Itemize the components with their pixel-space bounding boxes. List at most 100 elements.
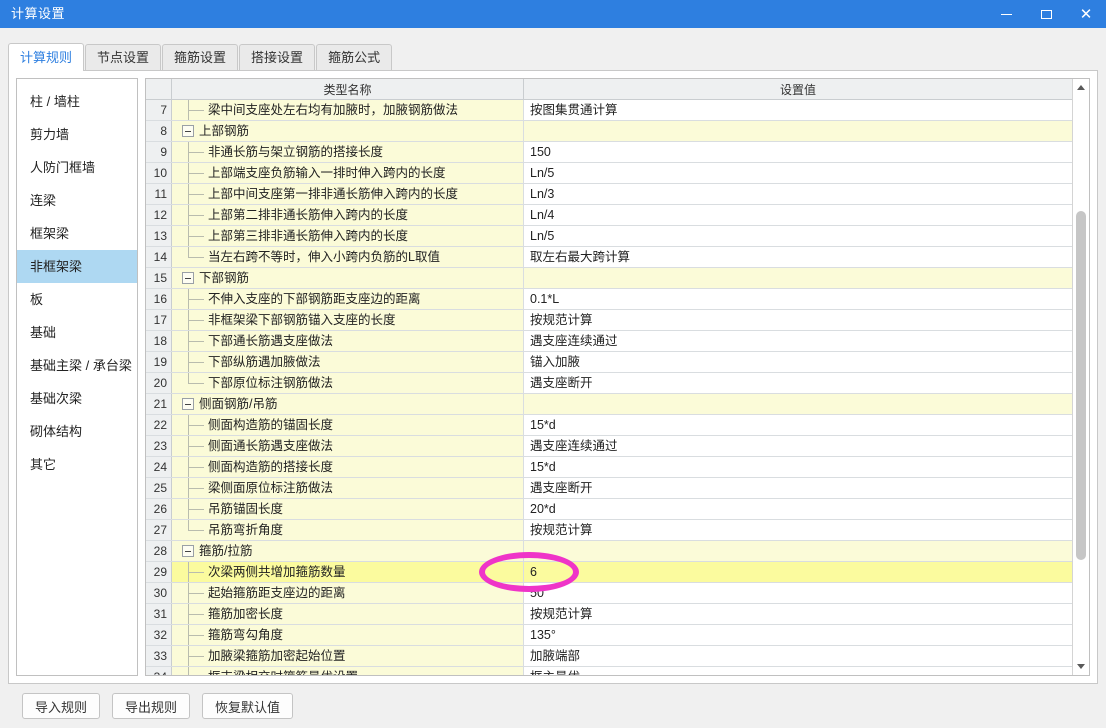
sidebar-item-foundation-main-beam[interactable]: 基础主梁 / 承台梁 (17, 349, 137, 382)
table-row[interactable]: 27 吊筋弯折角度 按规范计算 (146, 520, 1072, 541)
setting-value-cell[interactable]: 遇支座断开 (524, 478, 1072, 498)
type-name-cell[interactable]: 下部原位标注钢筋做法 (172, 373, 524, 393)
table-row[interactable]: 12 上部第二排非通长筋伸入跨内的长度 Ln/4 (146, 205, 1072, 226)
sidebar-item-foundation[interactable]: 基础 (17, 316, 137, 349)
sidebar-item-slab[interactable]: 板 (17, 283, 137, 316)
import-rules-button[interactable]: 导入规则 (22, 693, 101, 719)
setting-value-cell[interactable] (524, 121, 1072, 141)
table-row[interactable]: 26 吊筋锚固长度 20*d (146, 499, 1072, 520)
restore-defaults-button[interactable]: 恢复默认值 (202, 693, 294, 719)
tab-stirrup-settings[interactable]: 箍筋设置 (162, 44, 239, 70)
setting-value-cell[interactable]: 锚入加腋 (524, 352, 1072, 372)
type-name-cell[interactable]: 箍筋弯勾角度 (172, 625, 524, 645)
type-name-cell[interactable]: 侧面构造筋的锚固长度 (172, 415, 524, 435)
type-name-cell[interactable]: 上部第二排非通长筋伸入跨内的长度 (172, 205, 524, 225)
table-row[interactable]: 24 侧面构造筋的搭接长度 15*d (146, 457, 1072, 478)
setting-value-cell[interactable]: 遇支座连续通过 (524, 331, 1072, 351)
type-name-cell[interactable]: 加腋梁箍筋加密起始位置 (172, 646, 524, 666)
setting-value-cell[interactable]: 按规范计算 (524, 310, 1072, 330)
type-name-cell[interactable]: 下部纵筋遇加腋做法 (172, 352, 524, 372)
table-row[interactable]: 19 下部纵筋遇加腋做法 锚入加腋 (146, 352, 1072, 373)
type-name-cell[interactable]: 箍筋加密长度 (172, 604, 524, 624)
grid-vertical-scrollbar[interactable] (1072, 79, 1089, 675)
sidebar-item-shear-wall[interactable]: 剪力墙 (17, 118, 137, 151)
export-rules-button[interactable]: 导出规则 (112, 693, 191, 719)
type-name-cell[interactable]: 次梁两侧共增加箍筋数量 (172, 562, 524, 582)
type-name-cell[interactable]: 侧面钢筋/吊筋 (172, 394, 524, 414)
type-name-cell[interactable]: 上部端支座负筋输入一排时伸入跨内的长度 (172, 163, 524, 183)
type-name-cell[interactable]: 下部钢筋 (172, 268, 524, 288)
setting-value-cell[interactable]: Ln/5 (524, 226, 1072, 246)
setting-value-cell[interactable]: Ln/4 (524, 205, 1072, 225)
type-name-cell[interactable]: 侧面构造筋的搭接长度 (172, 457, 524, 477)
type-name-cell[interactable]: 下部通长筋遇支座做法 (172, 331, 524, 351)
setting-value-cell[interactable]: 135° (524, 625, 1072, 645)
table-row[interactable]: 8 上部钢筋 (146, 121, 1072, 142)
grid-header-type-name[interactable]: 类型名称 (172, 79, 524, 99)
setting-value-cell[interactable]: Ln/3 (524, 184, 1072, 204)
table-row[interactable]: 30 起始箍筋距支座边的距离 50 (146, 583, 1072, 604)
sidebar-item-frame-beam[interactable]: 框架梁 (17, 217, 137, 250)
table-row[interactable]: 10 上部端支座负筋输入一排时伸入跨内的长度 Ln/5 (146, 163, 1072, 184)
sidebar-item-other[interactable]: 其它 (17, 448, 137, 481)
setting-value-cell[interactable]: 框主最优 (524, 667, 1072, 675)
minimize-button[interactable] (986, 0, 1026, 28)
table-row[interactable]: 21 侧面钢筋/吊筋 (146, 394, 1072, 415)
table-row[interactable]: 32 箍筋弯勾角度 135° (146, 625, 1072, 646)
setting-value-cell[interactable]: 6 (524, 562, 1072, 582)
setting-value-cell[interactable]: 取左右最大跨计算 (524, 247, 1072, 267)
setting-value-cell[interactable]: 50 (524, 583, 1072, 603)
table-row[interactable]: 31 箍筋加密长度 按规范计算 (146, 604, 1072, 625)
table-row[interactable]: 20 下部原位标注钢筋做法 遇支座断开 (146, 373, 1072, 394)
setting-value-cell[interactable]: 加腋端部 (524, 646, 1072, 666)
type-name-cell[interactable]: 起始箍筋距支座边的距离 (172, 583, 524, 603)
type-name-cell[interactable]: 上部中间支座第一排非通长筋伸入跨内的长度 (172, 184, 524, 204)
type-name-cell[interactable]: 上部第三排非通长筋伸入跨内的长度 (172, 226, 524, 246)
collapse-toggle-icon[interactable] (182, 125, 194, 137)
sidebar-item-masonry-structure[interactable]: 砌体结构 (17, 415, 137, 448)
type-name-cell[interactable]: 侧面通长筋遇支座做法 (172, 436, 524, 456)
setting-value-cell[interactable]: 15*d (524, 415, 1072, 435)
component-category-list[interactable]: 柱 / 墙柱 剪力墙 人防门框墙 连梁 框架梁 非框架梁 板 基础 基础主梁 /… (16, 78, 138, 676)
type-name-cell[interactable]: 非通长筋与架立钢筋的搭接长度 (172, 142, 524, 162)
setting-value-cell[interactable] (524, 394, 1072, 414)
setting-value-cell[interactable]: 按图集贯通计算 (524, 100, 1072, 120)
table-row[interactable]: 23 侧面通长筋遇支座做法 遇支座连续通过 (146, 436, 1072, 457)
sidebar-item-non-frame-beam[interactable]: 非框架梁 (17, 250, 137, 283)
type-name-cell[interactable]: 上部钢筋 (172, 121, 524, 141)
type-name-cell[interactable]: 箍筋/拉筋 (172, 541, 524, 561)
scroll-up-button[interactable] (1073, 79, 1089, 96)
type-name-cell[interactable]: 梁中间支座处左右均有加腋时，加腋钢筋做法 (172, 100, 524, 120)
table-row[interactable]: 18 下部通长筋遇支座做法 遇支座连续通过 (146, 331, 1072, 352)
setting-value-cell[interactable]: 0.1*L (524, 289, 1072, 309)
setting-value-cell[interactable]: 150 (524, 142, 1072, 162)
sidebar-item-air-defense-door-frame-wall[interactable]: 人防门框墙 (17, 151, 137, 184)
collapse-toggle-icon[interactable] (182, 398, 194, 410)
tab-node-settings[interactable]: 节点设置 (85, 44, 162, 70)
tab-stirrup-formula[interactable]: 箍筋公式 (316, 44, 393, 70)
scrollbar-track[interactable] (1073, 96, 1089, 658)
setting-value-cell[interactable]: 20*d (524, 499, 1072, 519)
setting-value-cell[interactable]: 按规范计算 (524, 520, 1072, 540)
table-row[interactable]: 15 下部钢筋 (146, 268, 1072, 289)
type-name-cell[interactable]: 吊筋弯折角度 (172, 520, 524, 540)
setting-value-cell[interactable]: Ln/5 (524, 163, 1072, 183)
setting-value-cell[interactable]: 遇支座断开 (524, 373, 1072, 393)
sidebar-item-coupling-beam[interactable]: 连梁 (17, 184, 137, 217)
setting-value-cell[interactable]: 按规范计算 (524, 604, 1072, 624)
type-name-cell[interactable]: 不伸入支座的下部钢筋距支座边的距离 (172, 289, 524, 309)
maximize-button[interactable] (1026, 0, 1066, 28)
setting-value-cell[interactable] (524, 541, 1072, 561)
grid-header-setting-value[interactable]: 设置值 (524, 79, 1072, 99)
sidebar-item-column-wall-column[interactable]: 柱 / 墙柱 (17, 85, 137, 118)
collapse-toggle-icon[interactable] (182, 272, 194, 284)
setting-value-cell[interactable]: 遇支座连续通过 (524, 436, 1072, 456)
table-row[interactable]: 28 箍筋/拉筋 (146, 541, 1072, 562)
table-row[interactable]: 25 梁侧面原位标注筋做法 遇支座断开 (146, 478, 1072, 499)
scrollbar-thumb[interactable] (1076, 211, 1086, 560)
table-row[interactable]: 34 框支梁相交时箍筋最优设置 框主最优 (146, 667, 1072, 675)
close-button[interactable]: ✕ (1066, 0, 1106, 28)
table-row[interactable]: 13 上部第三排非通长筋伸入跨内的长度 Ln/5 (146, 226, 1072, 247)
table-row[interactable]: 7 梁中间支座处左右均有加腋时，加腋钢筋做法 按图集贯通计算 (146, 100, 1072, 121)
type-name-cell[interactable]: 非框架梁下部钢筋锚入支座的长度 (172, 310, 524, 330)
